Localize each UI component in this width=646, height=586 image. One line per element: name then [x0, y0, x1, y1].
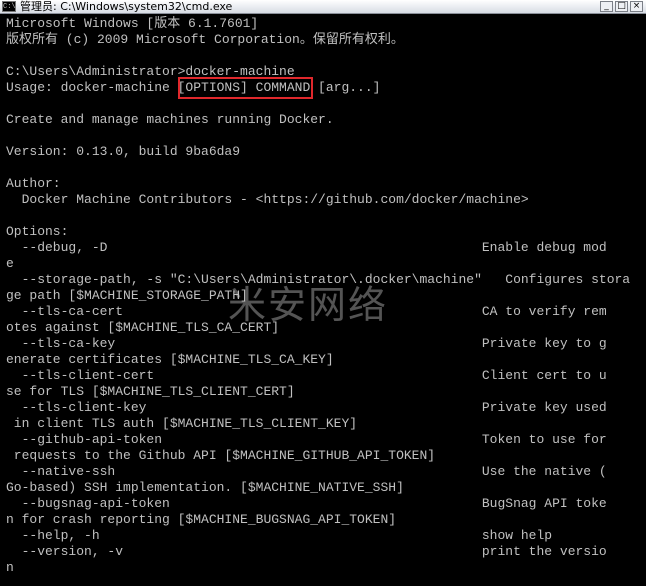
terminal-line: Author:	[6, 176, 61, 191]
terminal-line: se for TLS [$MACHINE_TLS_CLIENT_CERT]	[6, 384, 295, 399]
command-highlight-box	[178, 77, 313, 99]
terminal-line: 版权所有 (c) 2009 Microsoft Corporation。保留所有…	[6, 32, 404, 47]
terminal-line: --tls-ca-key Private key to g	[6, 336, 607, 351]
terminal-line: ge path [$MACHINE_STORAGE_PATH]	[6, 288, 248, 303]
terminal-line: --native-ssh Use the native (	[6, 464, 607, 479]
maximize-button[interactable]: □	[615, 1, 628, 12]
cmd-app-icon: C:\	[2, 1, 16, 12]
minimize-button[interactable]: _	[600, 1, 613, 12]
console-output[interactable]: Microsoft Windows [版本 6.1.7601] 版权所有 (c)…	[0, 16, 646, 586]
terminal-line: --debug, -D Enable debug mod	[6, 240, 607, 255]
terminal-line: --bugsnag-api-token BugSnag API toke	[6, 496, 607, 511]
terminal-line: Options:	[6, 224, 69, 239]
terminal-line: --tls-client-key Private key used	[6, 400, 607, 415]
terminal-line: --tls-client-cert Client cert to u	[6, 368, 607, 383]
terminal-line: enerate certificates [$MACHINE_TLS_CA_KE…	[6, 352, 334, 367]
title-bar: C:\ 管理员: C:\Windows\system32\cmd.exe _ □…	[0, 0, 646, 14]
terminal-line: n for crash reporting [$MACHINE_BUGSNAG_…	[6, 512, 397, 527]
terminal-line: --version, -v print the versio	[6, 544, 607, 559]
terminal-line: --help, -h show help	[6, 528, 553, 543]
terminal-line: --github-api-token Token to use for	[6, 432, 607, 447]
terminal-line: in client TLS auth [$MACHINE_TLS_CLIENT_…	[6, 416, 358, 431]
window-title: 管理员: C:\Windows\system32\cmd.exe	[20, 0, 233, 13]
watermark-text: 米安网络	[228, 283, 389, 327]
terminal-line: Go-based) SSH implementation. [$MACHINE_…	[6, 480, 404, 495]
terminal-line: requests to the Github API [$MACHINE_GIT…	[6, 448, 436, 463]
terminal-line: Docker Machine Contributors - <https://g…	[6, 192, 529, 207]
close-button[interactable]: ×	[630, 1, 643, 12]
terminal-line: n	[6, 560, 14, 575]
terminal-line: Version: 0.13.0, build 9ba6da9	[6, 144, 241, 159]
terminal-line: Microsoft Windows [版本 6.1.7601]	[6, 16, 259, 31]
terminal-line: Create and manage machines running Docke…	[6, 112, 334, 127]
terminal-line: e	[6, 256, 14, 271]
